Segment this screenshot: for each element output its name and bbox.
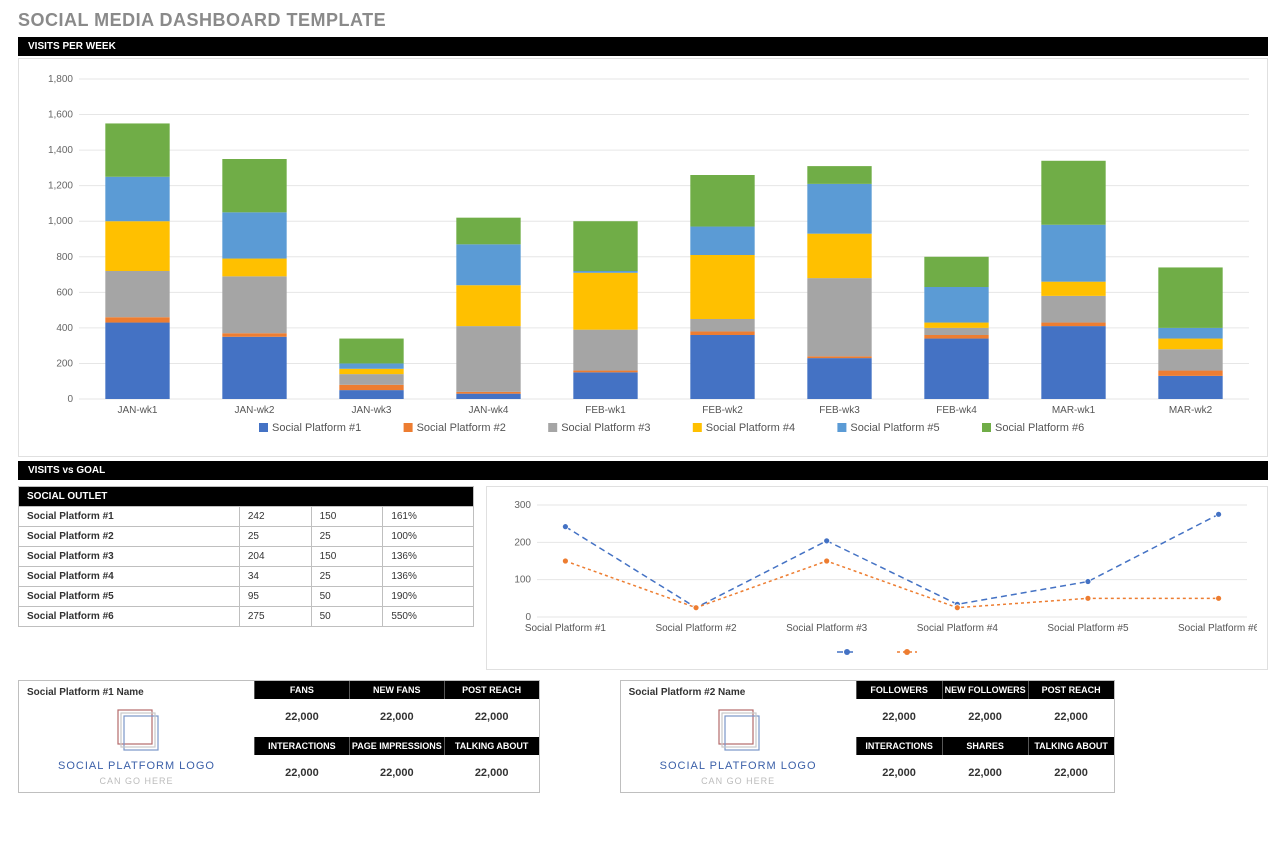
svg-text:Social Platform #3: Social Platform #3 xyxy=(786,623,868,634)
section-visits-per-week: VISITS PER WEEK xyxy=(18,37,1268,56)
metric-value: 22,000 xyxy=(1028,699,1114,737)
metric-value: 22,000 xyxy=(444,699,539,737)
svg-text:Social Platform #6: Social Platform #6 xyxy=(995,422,1084,434)
svg-text:JAN-wk3: JAN-wk3 xyxy=(351,405,391,416)
svg-text:Social Platform #1: Social Platform #1 xyxy=(272,422,361,434)
metric-value: 22,000 xyxy=(942,755,1028,793)
svg-text:FEB-wk2: FEB-wk2 xyxy=(702,405,743,416)
metric-header: TALKING ABOUT xyxy=(444,737,539,755)
svg-text:MAR-wk2: MAR-wk2 xyxy=(1169,405,1213,416)
svg-text:JAN-wk1: JAN-wk1 xyxy=(117,405,157,416)
section-visits-vs-goal: VISITS vs GOAL xyxy=(18,461,1268,480)
svg-text:Social Platform #4: Social Platform #4 xyxy=(706,422,795,434)
svg-text:1,600: 1,600 xyxy=(48,110,73,121)
svg-text:1,800: 1,800 xyxy=(48,74,73,85)
svg-text:1,000: 1,000 xyxy=(48,216,73,227)
svg-text:Social Platform #4: Social Platform #4 xyxy=(917,623,999,634)
metric-header: POST REACH xyxy=(444,681,539,699)
platform-card: Social Platform #1 Name SOCIAL PLATFORM L… xyxy=(18,680,540,793)
table-row: Social Platform #1242150161% xyxy=(19,507,474,527)
metric-header: POST REACH xyxy=(1028,681,1114,699)
metric-value: 22,000 xyxy=(349,699,444,737)
svg-text:Social Platform #2: Social Platform #2 xyxy=(417,422,506,434)
metric-value: 22,000 xyxy=(942,699,1028,737)
metric-value: 22,000 xyxy=(254,699,349,737)
logo-subcaption: CAN GO HERE xyxy=(701,776,775,786)
platform-name: Social Platform #1 Name xyxy=(27,687,246,698)
logo-caption: SOCIAL PLATFORM LOGO xyxy=(58,760,215,772)
table-row: Social Platform #22525100% xyxy=(19,527,474,547)
table-row: Social Platform #627550550% xyxy=(19,607,474,627)
svg-text:Social Platform #1: Social Platform #1 xyxy=(525,623,607,634)
metric-header: NEW FANS xyxy=(349,681,444,699)
svg-text:FEB-wk3: FEB-wk3 xyxy=(819,405,860,416)
svg-text:300: 300 xyxy=(514,500,531,511)
platform-name: Social Platform #2 Name xyxy=(629,687,848,698)
placeholder-logo-icon xyxy=(110,702,164,756)
platform-card: Social Platform #2 Name SOCIAL PLATFORM L… xyxy=(620,680,1115,793)
metric-value: 22,000 xyxy=(444,755,539,793)
svg-text:200: 200 xyxy=(56,358,73,369)
visits-vs-goal-chart: 0 100 200 300 Social Platform #1 Social Platf… xyxy=(486,486,1268,670)
logo-subcaption: CAN GO HERE xyxy=(99,776,173,786)
svg-text:0: 0 xyxy=(525,612,531,623)
outlet-table-header: SOCIAL OUTLET xyxy=(19,487,474,507)
visits-per-week-chart: 0 200 400 600 800 1,000 1,200 1,400 1,600 1,800 JA… xyxy=(18,58,1268,457)
svg-text:1,400: 1,400 xyxy=(48,145,73,156)
page-title: SOCIAL MEDIA DASHBOARD TEMPLATE xyxy=(18,10,1268,31)
metric-header: SHARES xyxy=(942,737,1028,755)
metric-header: INTERACTIONS xyxy=(856,737,942,755)
svg-text:100: 100 xyxy=(514,575,531,586)
svg-text:Social Platform #5: Social Platform #5 xyxy=(1047,623,1129,634)
metric-value: 22,000 xyxy=(254,755,349,793)
metric-value: 22,000 xyxy=(856,755,942,793)
metric-value: 22,000 xyxy=(1028,755,1114,793)
metric-header: INTERACTIONS xyxy=(254,737,349,755)
svg-text:JAN-wk4: JAN-wk4 xyxy=(468,405,508,416)
table-row: Social Platform #43425136% xyxy=(19,567,474,587)
outlet-table: SOCIAL OUTLET Social Platform #124215016… xyxy=(18,486,474,627)
svg-text:0: 0 xyxy=(67,394,73,405)
metric-value: 22,000 xyxy=(856,699,942,737)
logo-caption: SOCIAL PLATFORM LOGO xyxy=(660,760,817,772)
metric-header: TALKING ABOUT xyxy=(1028,737,1114,755)
svg-text:MAR-wk1: MAR-wk1 xyxy=(1052,405,1096,416)
metric-header: FOLLOWERS xyxy=(856,681,942,699)
svg-text:800: 800 xyxy=(56,252,73,263)
svg-text:FEB-wk4: FEB-wk4 xyxy=(936,405,977,416)
svg-text:Social Platform #3: Social Platform #3 xyxy=(561,422,650,434)
svg-text:200: 200 xyxy=(514,537,531,548)
metric-header: PAGE IMPRESSIONS xyxy=(349,737,444,755)
svg-text:FEB-wk1: FEB-wk1 xyxy=(585,405,626,416)
table-row: Social Platform #59550190% xyxy=(19,587,474,607)
metric-value: 22,000 xyxy=(349,755,444,793)
table-row: Social Platform #3204150136% xyxy=(19,547,474,567)
svg-text:600: 600 xyxy=(56,287,73,298)
metric-header: FANS xyxy=(254,681,349,699)
svg-text:1,200: 1,200 xyxy=(48,181,73,192)
svg-text:Social Platform #2: Social Platform #2 xyxy=(655,623,737,634)
svg-text:Social Platform #6: Social Platform #6 xyxy=(1178,623,1257,634)
svg-text:JAN-wk2: JAN-wk2 xyxy=(234,405,274,416)
placeholder-logo-icon xyxy=(711,702,765,756)
svg-text:Social Platform #5: Social Platform #5 xyxy=(850,422,939,434)
svg-text:400: 400 xyxy=(56,323,73,334)
metric-header: NEW FOLLOWERS xyxy=(942,681,1028,699)
